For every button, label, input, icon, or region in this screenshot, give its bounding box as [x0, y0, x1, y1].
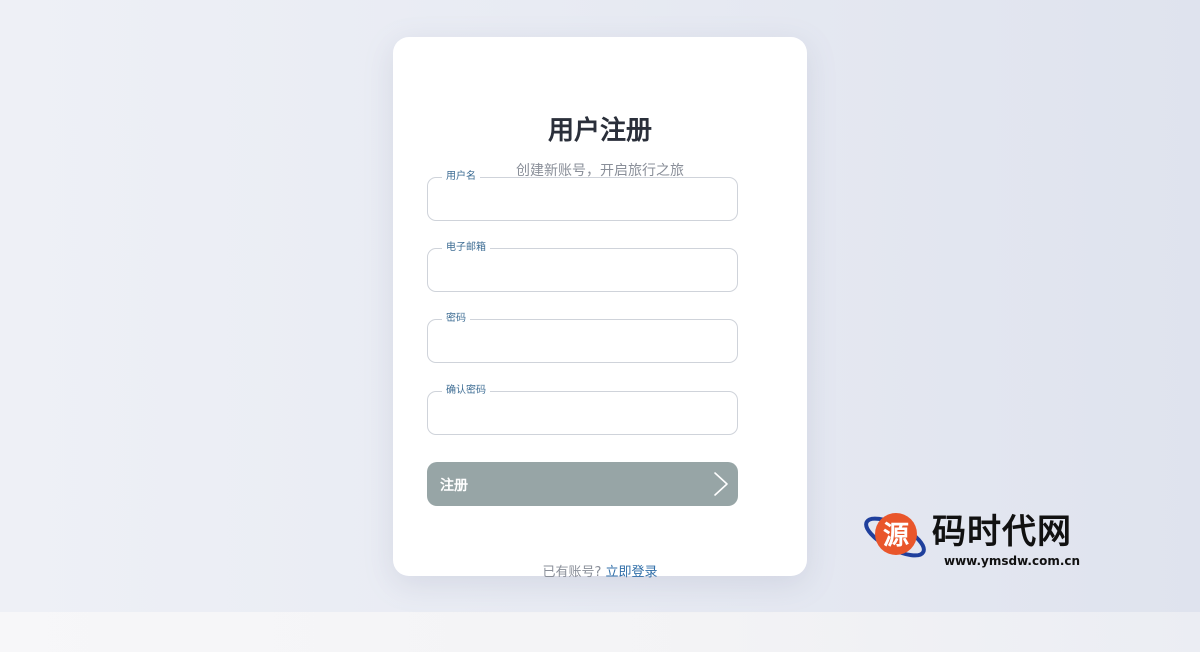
chevron-right-icon — [712, 471, 730, 501]
login-prompt-text: 已有账号? — [542, 565, 602, 580]
login-prompt-line: 已有账号? 立即登录 — [393, 561, 807, 580]
password-label: 密码 — [442, 313, 470, 325]
register-button-label: 注册 — [440, 478, 468, 494]
site-watermark: 源 码时代网 www.ymsdw.com.cn — [856, 500, 1116, 580]
username-field: 用户名 — [427, 171, 738, 221]
password-input[interactable] — [428, 320, 737, 362]
watermark-logo-icon: 源 — [864, 513, 926, 558]
register-button[interactable]: 注册 — [427, 462, 738, 506]
email-input[interactable] — [428, 249, 737, 291]
username-label: 用户名 — [442, 171, 480, 183]
page-bottom-band — [0, 612, 1200, 652]
username-input[interactable] — [428, 178, 737, 220]
email-field: 电子邮箱 — [427, 242, 738, 292]
confirm-password-input[interactable] — [428, 392, 737, 434]
login-link[interactable]: 立即登录 — [606, 565, 658, 580]
watermark-url: www.ymsdw.com.cn — [944, 554, 1081, 568]
page-title: 用户注册 — [547, 116, 652, 146]
confirm-password-label: 确认密码 — [442, 385, 490, 397]
password-field: 密码 — [427, 313, 738, 363]
confirm-password-field: 确认密码 — [427, 385, 738, 435]
watermark-name: 码时代网 — [932, 512, 1072, 552]
email-label: 电子邮箱 — [442, 242, 490, 254]
watermark-logo-glyph: 源 — [883, 521, 909, 551]
